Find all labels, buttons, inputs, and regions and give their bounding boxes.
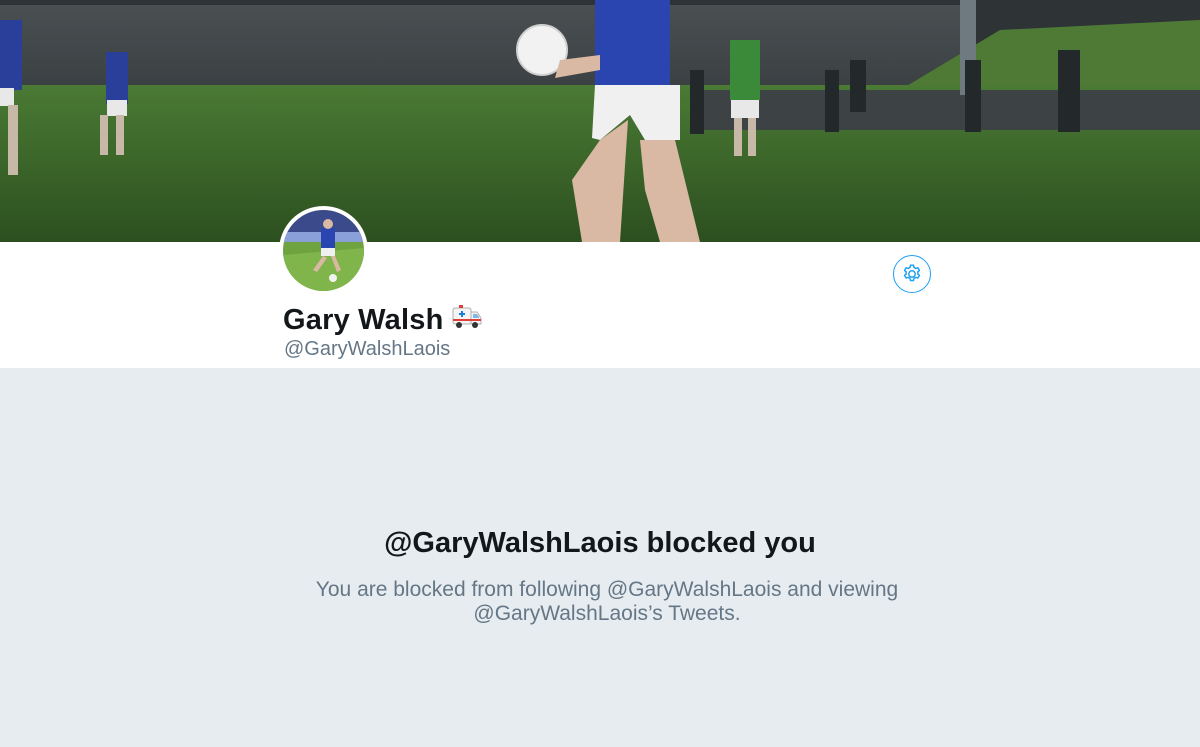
profile-name: Gary Walsh	[283, 304, 483, 338]
profile-header	[0, 242, 1200, 368]
blocked-description: You are blocked from following @GaryWals…	[315, 578, 899, 625]
blocked-title: @GaryWalshLaois blocked you	[384, 527, 816, 559]
header-photo[interactable]	[0, 0, 1200, 242]
avatar-image	[283, 210, 364, 291]
profile-handle: @GaryWalshLaois	[284, 338, 451, 360]
display-name: Gary Walsh	[283, 304, 444, 336]
ambulance-icon	[451, 304, 483, 338]
gear-icon	[903, 264, 921, 282]
avatar[interactable]	[279, 206, 368, 295]
header-photo-graphic	[0, 0, 1200, 242]
settings-button[interactable]	[893, 255, 931, 293]
